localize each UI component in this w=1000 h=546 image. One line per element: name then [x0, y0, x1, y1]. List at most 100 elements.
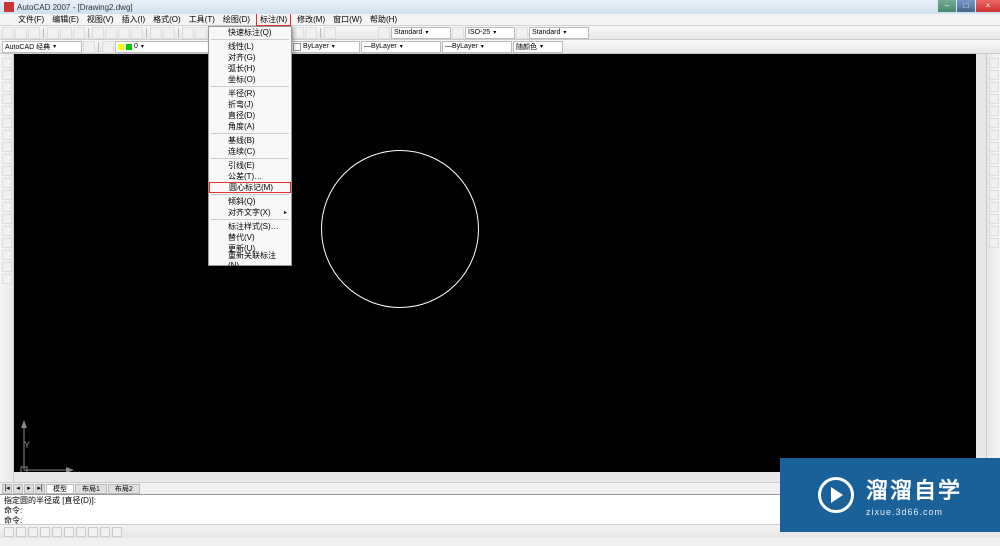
array-icon[interactable]: [989, 106, 999, 116]
menu-item[interactable]: 对齐(G): [209, 52, 291, 63]
table-icon[interactable]: [2, 262, 12, 272]
close-button[interactable]: ×: [976, 0, 1000, 12]
table-style-dropdown[interactable]: Standard▾: [529, 27, 589, 39]
menu-format[interactable]: 格式(O): [151, 14, 183, 25]
match-icon[interactable]: [131, 27, 143, 39]
menu-modify[interactable]: 修改(M): [295, 14, 327, 25]
dim-style-icon[interactable]: [452, 27, 464, 39]
otrack-toggle[interactable]: [64, 527, 74, 537]
tab-layout1[interactable]: 布局1: [75, 484, 107, 494]
tab-next-icon[interactable]: ▸: [24, 484, 34, 494]
linetype-dropdown[interactable]: — ByLayer▾: [361, 41, 441, 53]
maximize-button[interactable]: □: [957, 0, 975, 12]
menu-item[interactable]: 弧长(H): [209, 63, 291, 74]
move-icon[interactable]: [989, 118, 999, 128]
menu-item[interactable]: 连续(C): [209, 146, 291, 157]
ws-settings-icon[interactable]: [83, 41, 95, 53]
ortho-toggle[interactable]: [28, 527, 38, 537]
pan-icon[interactable]: [182, 27, 194, 39]
zoom-icon[interactable]: [195, 27, 207, 39]
menu-item[interactable]: 公差(T)…: [209, 171, 291, 182]
ellipse-arc-icon[interactable]: [2, 178, 12, 188]
osnap-toggle[interactable]: [52, 527, 62, 537]
model-toggle[interactable]: [112, 527, 122, 537]
tab-model[interactable]: 模型: [46, 484, 74, 494]
menu-item[interactable]: 重新关联标注(N): [209, 254, 291, 265]
menu-item[interactable]: 圆心标记(M): [209, 182, 291, 193]
menu-file[interactable]: 文件(F): [16, 14, 46, 25]
table-style-icon[interactable]: [516, 27, 528, 39]
menu-item[interactable]: 基线(B): [209, 135, 291, 146]
menu-item[interactable]: 直径(D): [209, 110, 291, 121]
markup-icon[interactable]: [292, 27, 304, 39]
copy-icon[interactable]: [105, 27, 117, 39]
save-icon[interactable]: [28, 27, 40, 39]
block-icon[interactable]: [2, 202, 12, 212]
tab-last-icon[interactable]: ▸|: [35, 484, 45, 494]
dim-style-dropdown[interactable]: ISO-25▾: [465, 27, 515, 39]
explode-icon[interactable]: [989, 238, 999, 248]
menu-view[interactable]: 视图(V): [85, 14, 116, 25]
extend-icon[interactable]: [989, 178, 999, 188]
region-icon[interactable]: [2, 250, 12, 260]
rect-icon[interactable]: [2, 106, 12, 116]
menu-item[interactable]: 角度(A): [209, 121, 291, 132]
qcalc-icon[interactable]: [305, 27, 317, 39]
break-icon[interactable]: [989, 190, 999, 200]
redo-icon[interactable]: [163, 27, 175, 39]
pline-icon[interactable]: [2, 82, 12, 92]
trim-icon[interactable]: [989, 166, 999, 176]
snap-toggle[interactable]: [4, 527, 14, 537]
lwt-toggle[interactable]: [100, 527, 110, 537]
grid-toggle[interactable]: [16, 527, 26, 537]
polygon-icon[interactable]: [2, 94, 12, 104]
vertical-scrollbar[interactable]: [976, 54, 986, 472]
minimize-button[interactable]: –: [938, 0, 956, 12]
rotate-icon[interactable]: [989, 130, 999, 140]
fillet-icon[interactable]: [989, 226, 999, 236]
menu-item[interactable]: 替代(V): [209, 232, 291, 243]
menu-item[interactable]: 线性(L): [209, 41, 291, 52]
ducs-toggle[interactable]: [76, 527, 86, 537]
offset-icon[interactable]: [989, 94, 999, 104]
menu-item[interactable]: 对齐文字(X)▸: [209, 207, 291, 218]
menu-item[interactable]: 折弯(J): [209, 99, 291, 110]
paste-icon[interactable]: [118, 27, 130, 39]
join-icon[interactable]: [989, 202, 999, 212]
help-icon[interactable]: [324, 27, 336, 39]
tab-layout2[interactable]: 布局2: [108, 484, 140, 494]
insert-icon[interactable]: [2, 190, 12, 200]
mtext-icon[interactable]: [2, 274, 12, 284]
menu-edit[interactable]: 编辑(E): [50, 14, 81, 25]
workspace-dropdown[interactable]: AutoCAD 经典▾: [2, 41, 82, 53]
arc-icon[interactable]: [2, 118, 12, 128]
text-style-icon[interactable]: [378, 27, 390, 39]
circle-icon[interactable]: [2, 130, 12, 140]
menu-dimension[interactable]: 标注(N): [256, 13, 291, 26]
menu-item[interactable]: 倾斜(Q): [209, 196, 291, 207]
menu-item[interactable]: 快速标注(Q): [209, 27, 291, 38]
undo-icon[interactable]: [150, 27, 162, 39]
cut-icon[interactable]: [92, 27, 104, 39]
tab-prev-icon[interactable]: ◂: [13, 484, 23, 494]
polar-toggle[interactable]: [40, 527, 50, 537]
menu-item[interactable]: 坐标(O): [209, 74, 291, 85]
stretch-icon[interactable]: [989, 154, 999, 164]
preview-icon[interactable]: [60, 27, 72, 39]
dyn-toggle[interactable]: [88, 527, 98, 537]
ellipse-icon[interactable]: [2, 166, 12, 176]
mirror-icon[interactable]: [989, 82, 999, 92]
open-icon[interactable]: [15, 27, 27, 39]
drawing-canvas[interactable]: Y X: [14, 54, 986, 482]
chamfer-icon[interactable]: [989, 214, 999, 224]
tab-first-icon[interactable]: |◂: [2, 484, 12, 494]
erase-icon[interactable]: [989, 58, 999, 68]
menu-tools[interactable]: 工具(T): [187, 14, 217, 25]
gradient-icon[interactable]: [2, 238, 12, 248]
layer-mgr-icon[interactable]: [102, 41, 114, 53]
lineweight-dropdown[interactable]: — ByLayer▾: [442, 41, 512, 53]
point-icon[interactable]: [2, 214, 12, 224]
menu-item[interactable]: 标注样式(S)…: [209, 221, 291, 232]
hatch-icon[interactable]: [2, 226, 12, 236]
print-icon[interactable]: [47, 27, 59, 39]
